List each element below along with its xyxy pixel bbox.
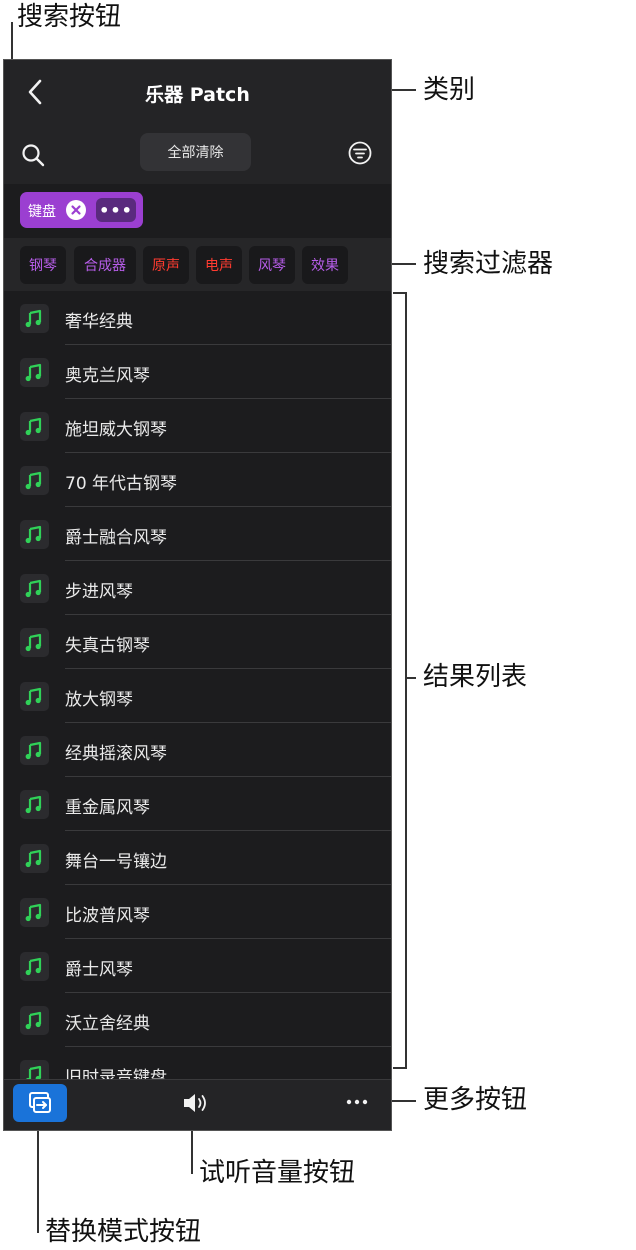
music-note-icon [20,466,49,495]
list-item-label: 爵士融合风琴 [65,528,167,548]
list-item[interactable]: 比波普风琴 [4,885,391,939]
list-item[interactable]: 舞台一号镶边 [4,831,391,885]
close-icon [71,205,81,215]
list-item[interactable]: 70 年代古钢琴 [4,453,391,507]
list-item[interactable]: 经典摇滚风琴 [4,723,391,777]
callout-preview-volume-button: 试听音量按钮 [199,1158,356,1188]
music-note-icon [20,790,49,819]
list-item[interactable]: 步进风琴 [4,561,391,615]
callout-category: 类别 [423,75,476,105]
search-icon [22,144,45,167]
speaker-icon [184,1094,206,1112]
list-item-label: 奥克兰风琴 [65,366,150,386]
list-item-label: 放大钢琴 [65,690,133,710]
leader-volume-v [191,1125,193,1174]
list-item-label: 旧时录音键盘 [65,1068,167,1079]
search-button[interactable] [20,142,46,168]
list-item-label: 奢华经典 [65,312,133,332]
music-note-icon [20,520,49,549]
list-item-label: 舞台一号镶边 [65,852,167,872]
callout-search-filter: 搜索过滤器 [423,249,554,279]
more-button[interactable] [342,1088,372,1116]
category-tag-label: 键盘 [28,204,56,220]
category-tag-keyboard[interactable]: 键盘 ••• [20,192,143,228]
leader-results-h [405,677,416,679]
page-title: 乐器 Patch [145,84,250,106]
music-note-icon [20,898,49,927]
list-item[interactable]: 施坦威大钢琴 [4,399,391,453]
tag-more-button[interactable]: ••• [96,198,136,222]
bottom-toolbar [4,1079,391,1130]
header: 乐器 Patch 全部清除 [4,60,391,184]
list-item[interactable]: 旧时录音键盘 [4,1047,391,1079]
leader-swap-v [37,1120,39,1233]
ellipsis-icon [346,1099,368,1105]
callout-search-button: 搜索按钮 [17,2,122,32]
list-item[interactable]: 放大钢琴 [4,669,391,723]
music-note-icon [20,358,49,387]
category-tag-bar: 键盘 ••• [4,184,391,238]
list-item-label: 失真古钢琴 [65,636,150,656]
filter-chip[interactable]: 合成器 [74,246,136,284]
leader-filter [390,263,416,265]
list-item[interactable]: 重金属风琴 [4,777,391,831]
music-note-icon [20,574,49,603]
music-note-icon [20,736,49,765]
filter-icon [348,141,372,165]
results-list[interactable]: 奢华经典奥克兰风琴施坦威大钢琴 70 年代古钢琴 爵士融合风琴 步进风琴失真古钢琴放大… [4,291,391,1079]
swap-icon [29,1092,51,1113]
list-item[interactable]: 失真古钢琴 [4,615,391,669]
clear-all-button[interactable]: 全部清除 [140,133,251,171]
list-item-label: 重金属风琴 [65,798,150,818]
remove-tag-button[interactable] [66,200,86,220]
music-note-icon [20,628,49,657]
list-item[interactable]: 爵士融合风琴 [4,507,391,561]
patch-browser-panel: 乐器 Patch 全部清除 键盘 ••• 钢琴 合成器 原声 电声 风琴 效果 … [3,59,392,1131]
list-item-label: 70 年代古钢琴 [65,474,178,494]
preview-volume-button[interactable] [180,1089,214,1117]
filter-chip[interactable]: 钢琴 [20,246,66,284]
filter-chip[interactable]: 原声 [143,246,189,284]
filter-chip[interactable]: 电声 [196,246,242,284]
search-filter-bar: 钢琴 合成器 原声 电声 风琴 效果 [4,238,391,291]
list-item[interactable]: 奥克兰风琴 [4,345,391,399]
music-note-icon [20,412,49,441]
callout-replace-mode-button: 替换模式按钮 [45,1217,202,1247]
music-note-icon [20,1006,49,1035]
music-note-icon [20,1060,49,1079]
list-item[interactable]: 爵士风琴 [4,939,391,993]
filter-chip[interactable]: 效果 [302,246,348,284]
filter-options-button[interactable] [347,140,373,166]
filter-chip[interactable]: 风琴 [249,246,295,284]
list-item-label: 施坦威大钢琴 [65,420,167,440]
callout-results-list: 结果列表 [423,662,528,692]
list-item-label: 比波普风琴 [65,906,150,926]
music-note-icon [20,304,49,333]
list-item-label: 爵士风琴 [65,960,133,980]
leader-results-bracket [393,292,407,1069]
music-note-icon [20,844,49,873]
list-item-label: 步进风琴 [65,582,133,602]
list-item-label: 经典摇滚风琴 [65,744,167,764]
replace-mode-button[interactable] [13,1084,67,1122]
callout-more-button: 更多按钮 [423,1085,528,1115]
list-item-label: 沃立舍经典 [65,1014,150,1034]
list-item[interactable]: 奢华经典 [4,291,391,345]
music-note-icon [20,682,49,711]
list-item[interactable]: 沃立舍经典 [4,993,391,1047]
music-note-icon [20,952,49,981]
